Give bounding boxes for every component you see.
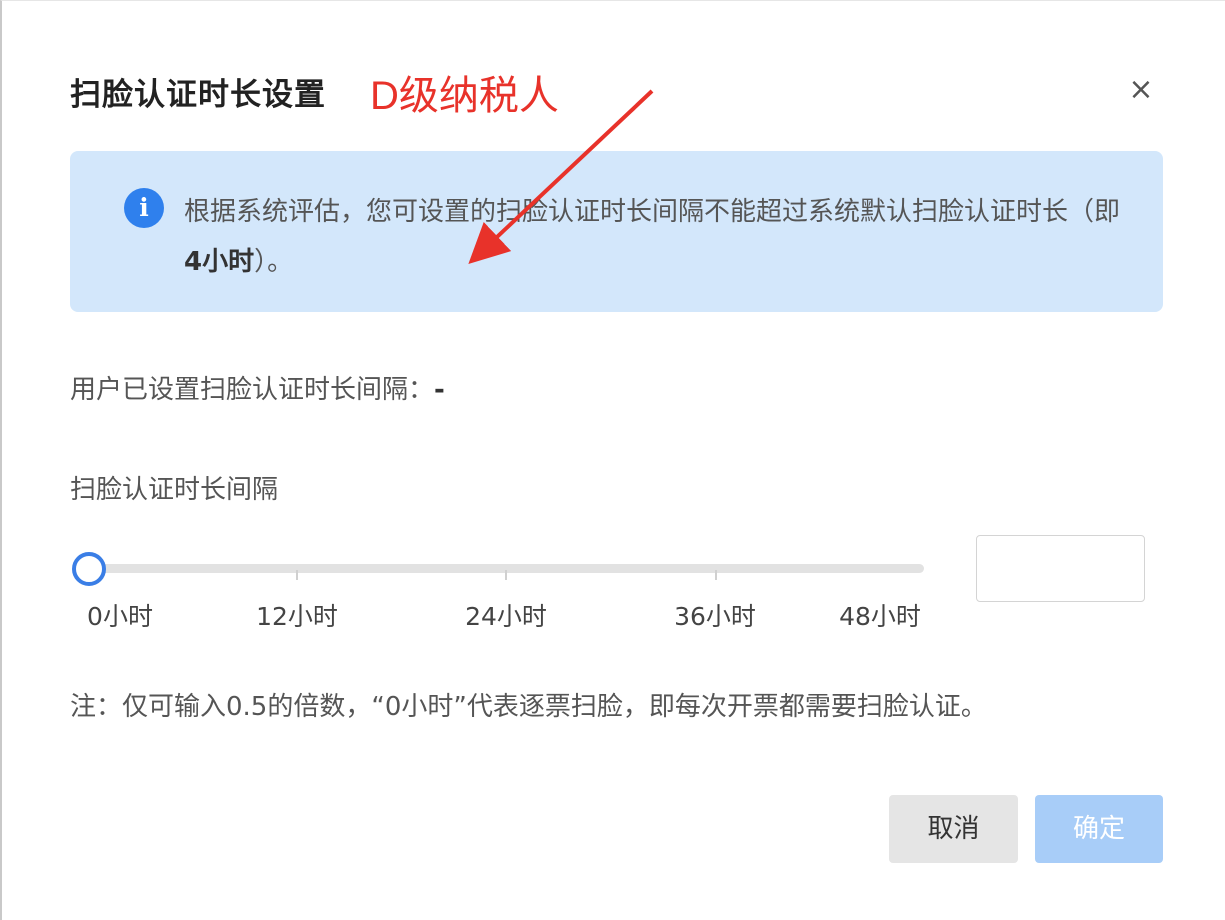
tick-label-24: 24小时: [465, 602, 547, 631]
annotation-label: D级纳税人: [370, 74, 559, 118]
face-auth-duration-dialog: 扫脸认证时长设置 D级纳税人 × i 根据系统评估，您可设置的扫脸认证时长间隔不…: [0, 0, 1225, 920]
note-text: 注：仅可输入0.5的倍数，“0小时”代表逐票扫脸，即每次开票都需要扫脸认证。: [70, 692, 987, 722]
info-text-prefix: 根据系统评估，您可设置的扫脸认证时长间隔不能超过系统默认扫脸认证时长（即: [184, 197, 1121, 227]
info-icon: i: [124, 188, 164, 228]
info-alert: i 根据系统评估，您可设置的扫脸认证时长间隔不能超过系统默认扫脸认证时长（即 4小…: [70, 151, 1163, 312]
slider-tick-12: [296, 570, 298, 580]
info-text: 根据系统评估，您可设置的扫脸认证时长间隔不能超过系统默认扫脸认证时长（即 4小时）…: [184, 187, 1134, 287]
tick-label-12: 12小时: [256, 602, 338, 631]
annotation-arrow: [468, 89, 654, 264]
dialog-title: 扫脸认证时长设置: [70, 77, 326, 113]
duration-hours-input[interactable]: [976, 535, 1145, 602]
slider-tick-24: [505, 570, 507, 580]
duration-field-label: 扫脸认证时长间隔: [70, 475, 279, 505]
tick-label-0: 0小时: [87, 602, 153, 631]
user-setting-row: 用户已设置扫脸认证时长间隔：-: [70, 369, 445, 406]
duration-slider-handle[interactable]: [72, 552, 106, 586]
tick-label-48: 48小时: [839, 602, 921, 631]
close-icon[interactable]: ×: [1126, 73, 1156, 107]
info-text-suffix: ）。: [254, 247, 294, 277]
confirm-button[interactable]: 确定: [1035, 795, 1163, 863]
cancel-button[interactable]: 取消: [889, 795, 1018, 863]
slider-tick-36: [715, 570, 717, 580]
user-setting-value: -: [434, 375, 445, 405]
user-setting-label: 用户已设置扫脸认证时长间隔：: [70, 375, 435, 405]
tick-label-36: 36小时: [674, 602, 756, 631]
info-text-bold: 4小时: [184, 247, 255, 277]
